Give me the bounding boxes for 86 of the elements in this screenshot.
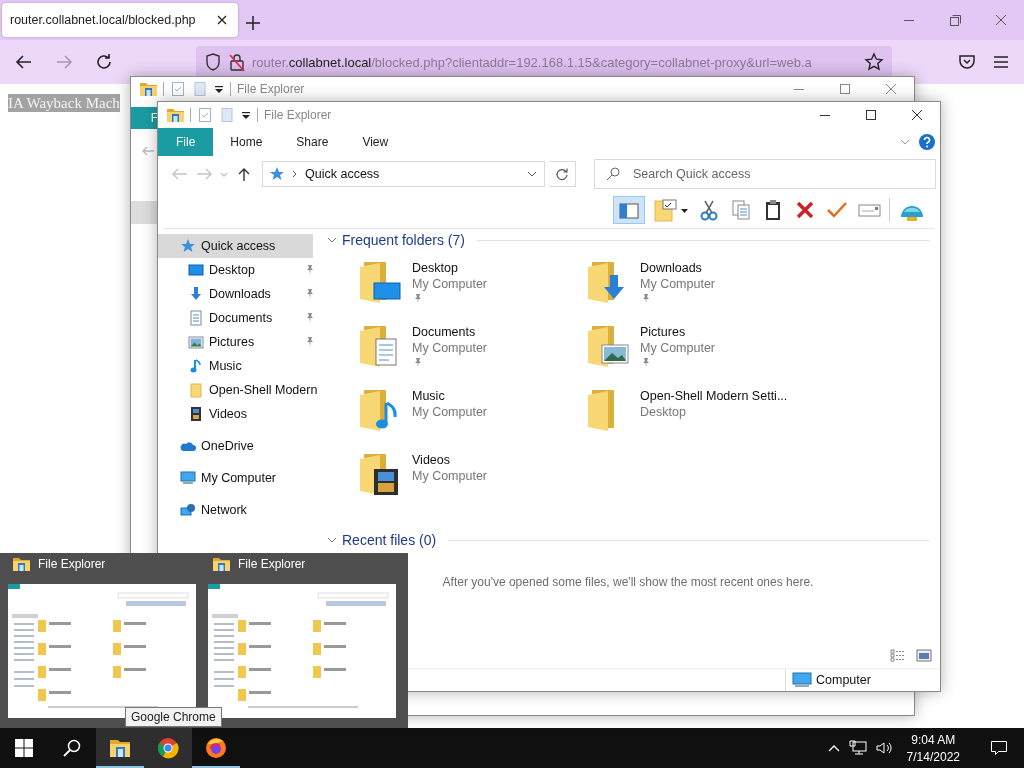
folder-app-icon xyxy=(139,81,157,97)
windows-start-icon[interactable] xyxy=(15,739,33,757)
volume-icon[interactable] xyxy=(874,740,895,756)
refresh-button[interactable] xyxy=(549,161,576,187)
lock-slash-icon xyxy=(228,52,246,72)
nav-item[interactable]: Quick access xyxy=(158,234,313,258)
customize-caret-icon[interactable] xyxy=(241,110,251,120)
folder-name[interactable]: Documents xyxy=(412,325,488,339)
nav-item[interactable]: Documents xyxy=(158,306,316,330)
folder-location: My Computer xyxy=(412,469,488,483)
search-icon xyxy=(606,167,620,181)
shield-icon xyxy=(204,52,222,72)
clock-date[interactable]: 7/14/2022 xyxy=(906,749,960,764)
folder-icon xyxy=(188,382,204,398)
taskbar-app-button[interactable] xyxy=(96,728,144,768)
film-icon xyxy=(188,406,204,422)
search-field[interactable]: Search Quick access xyxy=(594,159,936,189)
nav-item[interactable]: Music xyxy=(158,354,316,378)
nav-item[interactable]: Downloads xyxy=(158,282,316,306)
star-icon xyxy=(180,238,196,254)
file-explorer-icon xyxy=(212,556,230,572)
download-arrow-icon xyxy=(188,286,204,302)
nav-item[interactable]: Videos xyxy=(158,402,316,426)
folder-name[interactable]: Downloads xyxy=(640,261,716,275)
file-explorer-icon xyxy=(12,556,30,572)
folder-location: My Computer xyxy=(640,277,716,291)
nav-item[interactable]: OneDrive xyxy=(158,434,316,458)
section-header[interactable]: Recent files (0) xyxy=(342,532,437,548)
folder-name[interactable]: Videos xyxy=(412,453,488,467)
ribbon-tab[interactable]: View xyxy=(345,128,406,156)
browser-tab[interactable]: router.collabnet.local/blocked.php xyxy=(2,3,238,37)
desktop-icon xyxy=(188,262,204,278)
preview-pane-button[interactable] xyxy=(613,196,645,224)
tooltip: Google Chrome xyxy=(125,707,222,727)
taskbar-app-button[interactable] xyxy=(144,728,192,768)
nav-item[interactable]: Network xyxy=(158,498,316,522)
folder-location: My Computer xyxy=(412,405,488,419)
large-icons-view-icon[interactable] xyxy=(916,648,932,662)
firefox-icon xyxy=(204,736,228,760)
network-icon[interactable] xyxy=(848,740,867,756)
clock-time[interactable]: 9:04 AM xyxy=(911,732,956,747)
nav-item[interactable]: Pictures xyxy=(158,330,316,354)
nav-item[interactable]: My Computer xyxy=(158,466,316,490)
refresh-icon xyxy=(555,167,569,181)
thumbnail-title: File Explorer xyxy=(238,557,306,571)
nav-item[interactable]: Desktop xyxy=(158,258,316,282)
selected-row xyxy=(131,201,158,224)
help-icon[interactable] xyxy=(918,133,936,151)
folder-name[interactable]: Desktop xyxy=(412,261,488,275)
customize-caret-icon[interactable] xyxy=(214,84,224,94)
folder-location: My Computer xyxy=(412,341,488,355)
picture-icon xyxy=(188,334,204,350)
music-note-icon xyxy=(188,358,204,374)
page-text: IA Wayback Mach xyxy=(8,94,120,112)
new-tab-icon[interactable] xyxy=(244,14,262,32)
folder-name[interactable]: Pictures xyxy=(640,325,716,339)
chrome-icon xyxy=(156,736,180,760)
folder-location: My Computer xyxy=(640,341,716,355)
star-icon xyxy=(269,166,285,182)
empty-message: After you've opened some files, we'll show the most recent ones here. xyxy=(441,575,815,589)
chevron-right-icon xyxy=(291,169,299,179)
network-icon xyxy=(180,502,196,518)
url-field[interactable]: router.collabnet.local/blocked.php?clientaddr=192.168.1.15&category=collabnet-proxy&url=web.a xyxy=(196,46,892,78)
star-icon[interactable] xyxy=(864,52,884,72)
details-view-icon[interactable] xyxy=(890,648,906,662)
address-bar[interactable]: Quick access xyxy=(262,161,545,187)
back-arrow-icon xyxy=(141,145,155,157)
window-title: File Explorer xyxy=(237,82,305,96)
nav-item[interactable]: Open-Shell Modern xyxy=(158,378,316,402)
ribbon-tab[interactable]: Home xyxy=(213,128,280,156)
notification-icon[interactable] xyxy=(990,739,1008,757)
section-header[interactable]: Frequent folders (7) xyxy=(342,232,465,248)
document-icon xyxy=(188,310,204,326)
folder-name[interactable]: Music xyxy=(412,389,488,403)
computer-icon xyxy=(792,672,812,688)
search-icon[interactable] xyxy=(63,739,81,757)
folder-app-icon xyxy=(166,107,184,123)
folder-name[interactable]: Open-Shell Modern Setti... xyxy=(640,389,788,403)
properties-icon[interactable] xyxy=(170,81,186,97)
thumbnail-title: File Explorer xyxy=(38,557,106,571)
folder-location: My Computer xyxy=(412,277,488,291)
ribbon-tab[interactable]: Share xyxy=(279,128,346,156)
window-title: File Explorer xyxy=(264,108,332,122)
computer-icon xyxy=(180,470,196,486)
folder-location: Desktop xyxy=(640,405,687,419)
status-text: Computer xyxy=(816,673,871,687)
